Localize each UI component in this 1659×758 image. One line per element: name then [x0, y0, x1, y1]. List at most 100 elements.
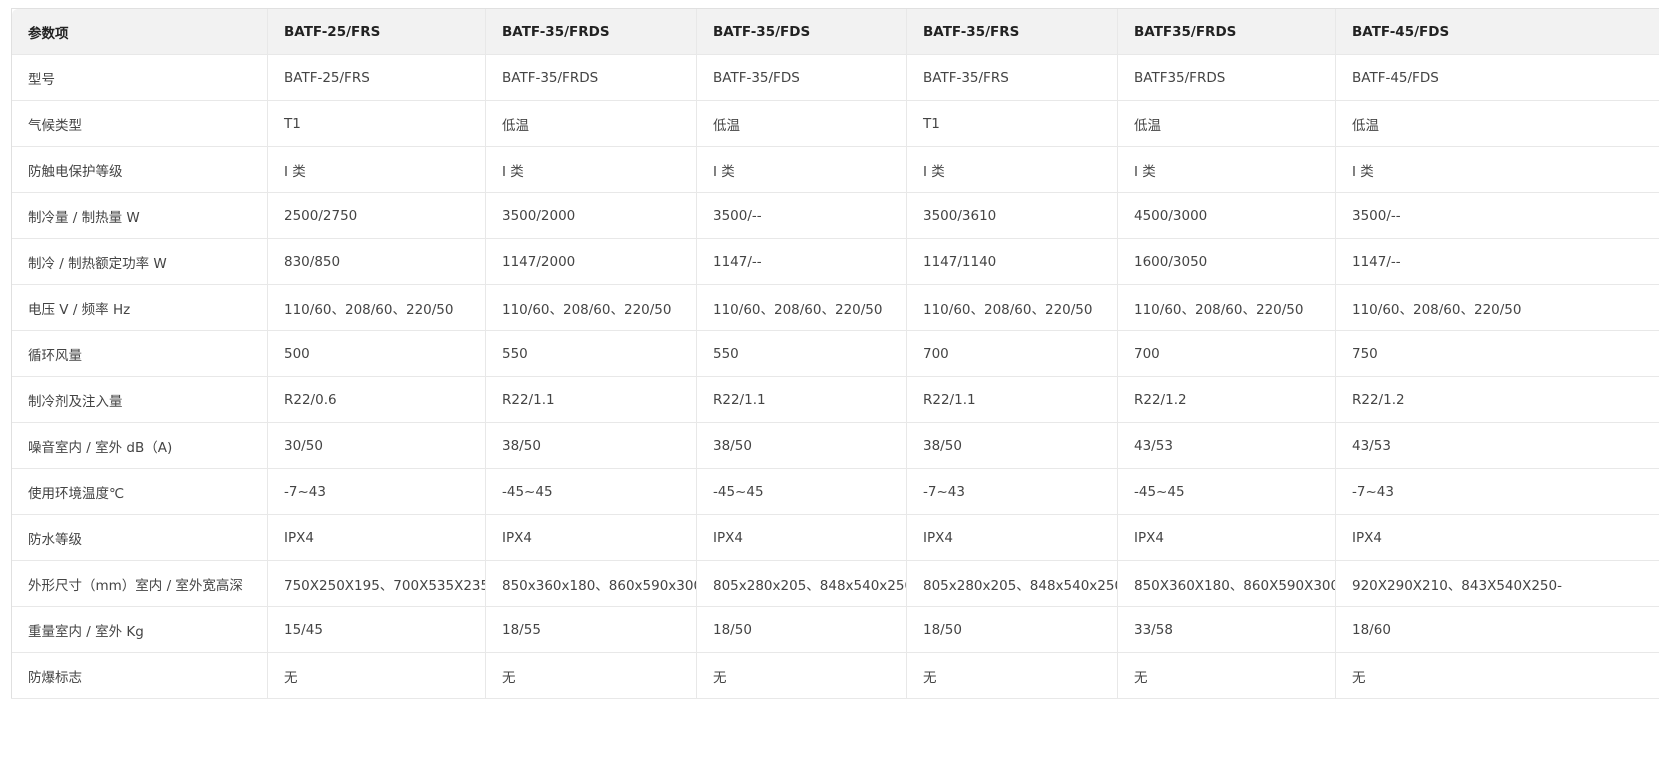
table-cell: IPX4	[267, 514, 486, 561]
table-cell: 38/50	[485, 422, 697, 469]
table-cell: 110/60、208/60、220/50	[906, 284, 1118, 331]
table-cell: 33/58	[1117, 606, 1336, 653]
table-cell: 3500/--	[1335, 192, 1659, 239]
table-cell: 750	[1335, 330, 1659, 377]
table-cell: R22/1.1	[906, 376, 1118, 423]
table-cell: 500	[267, 330, 486, 377]
table-cell: -7~43	[906, 468, 1118, 515]
row-label: 循环风量	[11, 330, 268, 377]
table-cell: 无	[485, 652, 697, 699]
table-cell: 2500/2750	[267, 192, 486, 239]
table-cell: IPX4	[1335, 514, 1659, 561]
table-row: 重量室内 / 室外 Kg 15/45 18/55 18/50 18/50 33/…	[11, 606, 1659, 653]
row-label: 防水等级	[11, 514, 268, 561]
table-cell: 4500/3000	[1117, 192, 1336, 239]
table-row: 制冷量 / 制热量 W 2500/2750 3500/2000 3500/-- …	[11, 192, 1659, 239]
header-cell-model: BATF-35/FDS	[696, 8, 907, 55]
table-cell: 18/60	[1335, 606, 1659, 653]
table-cell: R22/1.2	[1117, 376, 1336, 423]
table-cell: IPX4	[906, 514, 1118, 561]
table-row: 防触电保护等级 I 类 I 类 I 类 I 类 I 类 I 类	[11, 146, 1659, 193]
header-cell-model: BATF-45/FDS	[1335, 8, 1659, 55]
table-cell: I 类	[267, 146, 486, 193]
table-cell: -45~45	[485, 468, 697, 515]
table-cell: 3500/--	[696, 192, 907, 239]
table-cell: I 类	[485, 146, 697, 193]
table-cell: BATF35/FRDS	[1117, 54, 1336, 101]
table-cell: 3500/2000	[485, 192, 697, 239]
row-label: 制冷量 / 制热量 W	[11, 192, 268, 239]
table-cell: 38/50	[696, 422, 907, 469]
table-cell: BATF-35/FRS	[906, 54, 1118, 101]
table-cell: IPX4	[1117, 514, 1336, 561]
table-cell: I 类	[906, 146, 1118, 193]
table-cell: BATF-35/FRDS	[485, 54, 697, 101]
table-cell: 43/53	[1335, 422, 1659, 469]
table-cell: -45~45	[1117, 468, 1336, 515]
table-row: 防爆标志 无 无 无 无 无 无	[11, 652, 1659, 699]
table-cell: 18/50	[696, 606, 907, 653]
row-label: 型号	[11, 54, 268, 101]
table-cell: R22/1.1	[696, 376, 907, 423]
table-cell: 110/60、208/60、220/50	[267, 284, 486, 331]
table-row: 防水等级 IPX4 IPX4 IPX4 IPX4 IPX4 IPX4	[11, 514, 1659, 561]
header-cell-model: BATF35/FRDS	[1117, 8, 1336, 55]
table-cell: 920X290X210、843X540X250-	[1335, 560, 1659, 607]
table-row: 气候类型 T1 低温 低温 T1 低温 低温	[11, 100, 1659, 147]
table-cell: I 类	[1117, 146, 1336, 193]
row-label: 噪音室内 / 室外 dB（A)	[11, 422, 268, 469]
table-header-row: 参数项 BATF-25/FRS BATF-35/FRDS BATF-35/FDS…	[11, 8, 1659, 55]
table-cell: -45~45	[696, 468, 907, 515]
table-cell: 750X250X195、700X535X235	[267, 560, 486, 607]
table-cell: 1600/3050	[1117, 238, 1336, 285]
header-cell-param: 参数项	[11, 8, 268, 55]
row-label: 使用环境温度℃	[11, 468, 268, 515]
table-cell: 无	[1117, 652, 1336, 699]
table-cell: BATF-35/FDS	[696, 54, 907, 101]
table-row: 使用环境温度℃ -7~43 -45~45 -45~45 -7~43 -45~45…	[11, 468, 1659, 515]
table-cell: R22/1.1	[485, 376, 697, 423]
row-label: 外形尺寸（mm）室内 / 室外宽高深	[11, 560, 268, 607]
table-cell: T1	[267, 100, 486, 147]
table-cell: R22/1.2	[1335, 376, 1659, 423]
table-cell: R22/0.6	[267, 376, 486, 423]
table-cell: 110/60、208/60、220/50	[696, 284, 907, 331]
table-cell: 550	[696, 330, 907, 377]
row-label: 电压 V / 频率 Hz	[11, 284, 268, 331]
table-cell: 700	[1117, 330, 1336, 377]
table-cell: 无	[696, 652, 907, 699]
spec-table-container: 参数项 BATF-25/FRS BATF-35/FRDS BATF-35/FDS…	[11, 8, 1659, 699]
table-cell: 700	[906, 330, 1118, 377]
row-label: 重量室内 / 室外 Kg	[11, 606, 268, 653]
table-row: 噪音室内 / 室外 dB（A) 30/50 38/50 38/50 38/50 …	[11, 422, 1659, 469]
table-row: 型号 BATF-25/FRS BATF-35/FRDS BATF-35/FDS …	[11, 54, 1659, 101]
table-row: 电压 V / 频率 Hz 110/60、208/60、220/50 110/60…	[11, 284, 1659, 331]
table-cell: 110/60、208/60、220/50	[485, 284, 697, 331]
table-cell: 低温	[1335, 100, 1659, 147]
spec-table: 参数项 BATF-25/FRS BATF-35/FRDS BATF-35/FDS…	[11, 8, 1659, 699]
table-cell: 110/60、208/60、220/50	[1335, 284, 1659, 331]
table-cell: 1147/--	[696, 238, 907, 285]
table-cell: 18/55	[485, 606, 697, 653]
table-cell: 15/45	[267, 606, 486, 653]
table-cell: 1147/1140	[906, 238, 1118, 285]
table-cell: 无	[267, 652, 486, 699]
table-cell: BATF-45/FDS	[1335, 54, 1659, 101]
table-cell: 低温	[485, 100, 697, 147]
table-row: 制冷 / 制热额定功率 W 830/850 1147/2000 1147/-- …	[11, 238, 1659, 285]
table-cell: 110/60、208/60、220/50	[1117, 284, 1336, 331]
table-cell: 38/50	[906, 422, 1118, 469]
table-cell: I 类	[696, 146, 907, 193]
table-cell: 3500/3610	[906, 192, 1118, 239]
row-label: 防爆标志	[11, 652, 268, 699]
table-cell: 1147/--	[1335, 238, 1659, 285]
table-cell: 850X360X180、860X590X300	[1117, 560, 1336, 607]
table-cell: 18/50	[906, 606, 1118, 653]
row-label: 制冷 / 制热额定功率 W	[11, 238, 268, 285]
table-cell: IPX4	[485, 514, 697, 561]
table-cell: 无	[1335, 652, 1659, 699]
table-cell: I 类	[1335, 146, 1659, 193]
table-cell: 805x280x205、848x540x250	[906, 560, 1118, 607]
header-cell-model: BATF-25/FRS	[267, 8, 486, 55]
table-row: 制冷剂及注入量 R22/0.6 R22/1.1 R22/1.1 R22/1.1 …	[11, 376, 1659, 423]
